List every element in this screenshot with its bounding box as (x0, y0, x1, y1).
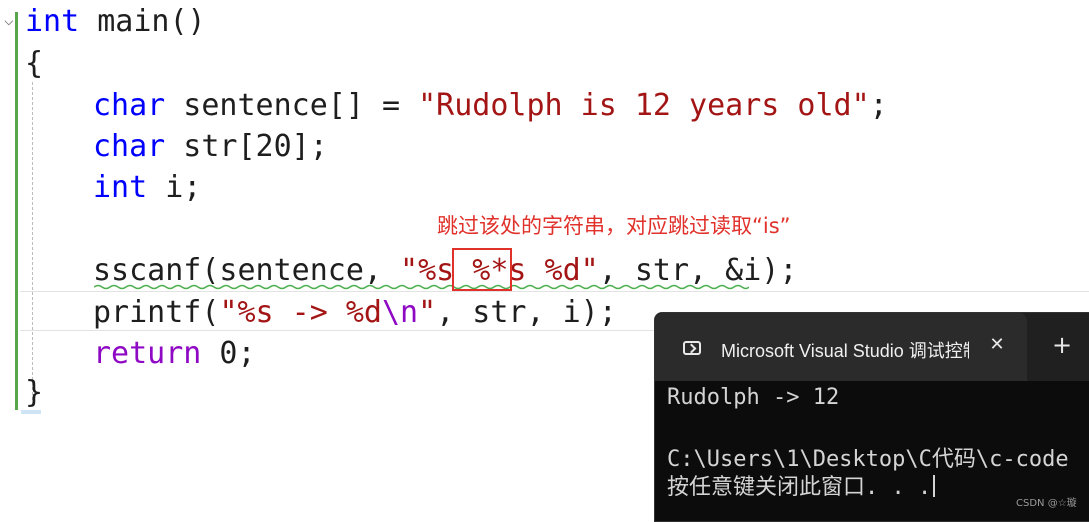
code-text: 0; (201, 336, 256, 371)
open-brace: { (25, 46, 44, 81)
code-text: sscanf(sentence, (93, 253, 401, 288)
terminal-window[interactable]: Microsoft Visual Studio 调试控制台 ✕ + Rudolp… (654, 312, 1089, 522)
string-literal: %d" (526, 253, 599, 288)
close-icon[interactable]: ✕ (985, 333, 1009, 357)
fold-chevron-icon[interactable]: ⌵ (4, 10, 14, 29)
keyword: char (93, 129, 166, 164)
annotation-text: 跳过该处的字符串，对应跳过读取“is” (437, 214, 791, 238)
warning-squiggle (94, 284, 749, 290)
close-brace: } (25, 375, 44, 410)
code-line-2[interactable]: { (25, 46, 43, 82)
terminal-output-line-1: Rudolph -> 12 (667, 385, 840, 410)
code-text: sentence[] = (165, 88, 419, 123)
new-tab-button[interactable]: + (1050, 333, 1074, 357)
text-cursor (933, 475, 936, 497)
terminal-prompt-text: 按任意键关闭此窗口. . . (667, 475, 932, 500)
code-text: , str, &i); (598, 253, 798, 288)
string-literal: "Rudolph is 12 years old" (418, 88, 870, 123)
code-line-5[interactable]: int i; (93, 170, 201, 206)
watermark: CSDN @☆璇 (1016, 498, 1077, 509)
code-line-1[interactable]: int main() (25, 4, 206, 40)
indent-guide (32, 82, 33, 400)
string-literal: " (418, 295, 437, 330)
keyword: int (25, 4, 80, 39)
code-line-9[interactable]: } (25, 375, 43, 411)
code-text: str[20]; (165, 129, 328, 164)
code-text: i; (147, 170, 202, 205)
highlight-box (452, 248, 512, 291)
change-indicator-bar (15, 12, 18, 410)
keyword: return (93, 336, 202, 371)
code-text: ; (869, 88, 888, 123)
code-line-7[interactable]: printf("%s -> %d\n", str, i); (93, 295, 617, 331)
terminal-tab[interactable]: Microsoft Visual Studio 调试控制台 ✕ (655, 313, 1027, 381)
terminal-tab-bar: Microsoft Visual Studio 调试控制台 ✕ + (655, 313, 1089, 381)
code-line-3[interactable]: char sentence[] = "Rudolph is 12 years o… (93, 88, 888, 124)
terminal-output-line-3: 按任意键关闭此窗口. . . (667, 469, 936, 501)
end-marker (21, 410, 41, 414)
terminal-tab-title: Microsoft Visual Studio 调试控制台 (721, 341, 969, 361)
code-text: main() (79, 4, 206, 39)
terminal-icon (683, 341, 701, 355)
code-line-8[interactable]: return 0; (93, 336, 256, 372)
keyword: char (93, 88, 166, 123)
string-literal: "%s -> %d (219, 295, 382, 330)
code-line-4[interactable]: char str[20]; (93, 129, 328, 165)
keyword: int (93, 170, 148, 205)
code-text: , str, i); (436, 295, 617, 330)
escape-sequence: \n (382, 295, 419, 330)
code-text: printf( (93, 295, 220, 330)
